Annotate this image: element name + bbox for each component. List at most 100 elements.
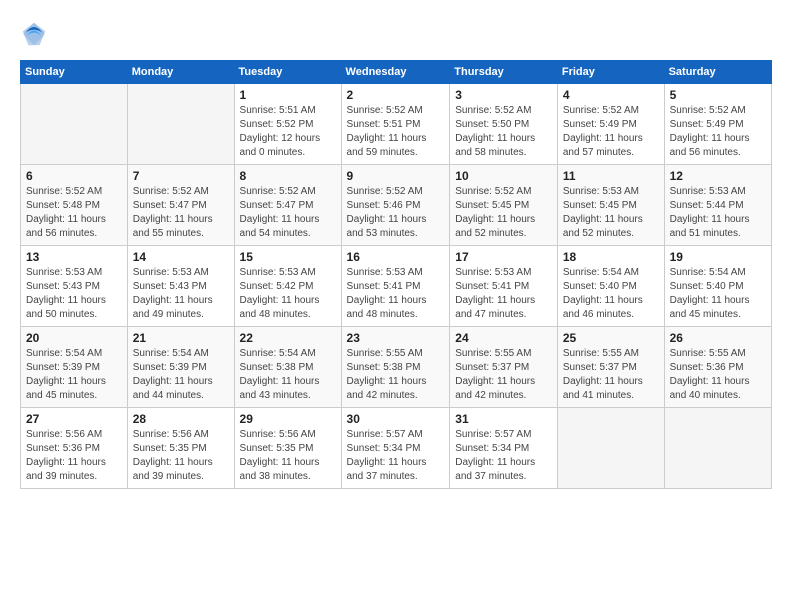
day-number: 26 [670,331,766,345]
day-cell: 27 Sunrise: 5:56 AM Sunset: 5:36 PM Dayli… [21,408,128,489]
day-info: Sunrise: 5:56 AM Sunset: 5:35 PM Dayligh… [133,428,229,484]
weekday-header-tuesday: Tuesday [234,61,341,84]
day-info: Sunrise: 5:54 AM Sunset: 5:39 PM Dayligh… [133,347,229,403]
day-info: Sunrise: 5:57 AM Sunset: 5:34 PM Dayligh… [347,428,445,484]
day-number: 29 [240,412,336,426]
day-cell: 3 Sunrise: 5:52 AM Sunset: 5:50 PM Daylig… [450,84,558,165]
day-number: 7 [133,169,229,183]
day-number: 3 [455,88,552,102]
day-cell: 1 Sunrise: 5:51 AM Sunset: 5:52 PM Daylig… [234,84,341,165]
day-cell: 25 Sunrise: 5:55 AM Sunset: 5:37 PM Dayli… [557,327,664,408]
day-cell: 17Sunrise: 5:53 AM Sunset: 5:41 PM Dayli… [450,246,558,327]
day-cell [127,84,234,165]
day-number: 30 [347,412,445,426]
day-number: 25 [563,331,659,345]
day-number: 13 [26,250,122,264]
day-info: Sunrise: 5:56 AM Sunset: 5:36 PM Dayligh… [26,428,122,484]
day-cell: 29 Sunrise: 5:56 AM Sunset: 5:35 PM Dayli… [234,408,341,489]
day-cell: 10Sunrise: 5:52 AM Sunset: 5:45 PM Dayli… [450,165,558,246]
day-number: 21 [133,331,229,345]
day-info: Sunrise: 5:54 AM Sunset: 5:38 PM Dayligh… [240,347,336,403]
day-number: 14 [133,250,229,264]
day-number: 1 [240,88,336,102]
day-info: Sunrise: 5:54 AM Sunset: 5:40 PM Dayligh… [563,266,659,322]
day-number: 27 [26,412,122,426]
day-number: 23 [347,331,445,345]
day-cell: 2 Sunrise: 5:52 AM Sunset: 5:51 PM Daylig… [341,84,450,165]
day-info: Sunrise: 5:51 AM Sunset: 5:52 PM Dayligh… [240,104,336,160]
day-number: 22 [240,331,336,345]
day-cell: 21 Sunrise: 5:54 AM Sunset: 5:39 PM Dayli… [127,327,234,408]
week-row-1: 1 Sunrise: 5:51 AM Sunset: 5:52 PM Daylig… [21,84,772,165]
day-info: Sunrise: 5:55 AM Sunset: 5:36 PM Dayligh… [670,347,766,403]
day-info: Sunrise: 5:54 AM Sunset: 5:39 PM Dayligh… [26,347,122,403]
day-number: 2 [347,88,445,102]
day-info: Sunrise: 5:55 AM Sunset: 5:37 PM Dayligh… [563,347,659,403]
day-cell: 20Sunrise: 5:54 AM Sunset: 5:39 PM Dayli… [21,327,128,408]
day-cell: 6 Sunrise: 5:52 AM Sunset: 5:48 PM Daylig… [21,165,128,246]
week-row-2: 6 Sunrise: 5:52 AM Sunset: 5:48 PM Daylig… [21,165,772,246]
day-cell: 24Sunrise: 5:55 AM Sunset: 5:37 PM Dayli… [450,327,558,408]
day-cell: 23Sunrise: 5:55 AM Sunset: 5:38 PM Dayli… [341,327,450,408]
day-info: Sunrise: 5:53 AM Sunset: 5:42 PM Dayligh… [240,266,336,322]
day-cell: 26 Sunrise: 5:55 AM Sunset: 5:36 PM Dayli… [664,327,771,408]
day-info: Sunrise: 5:54 AM Sunset: 5:40 PM Dayligh… [670,266,766,322]
day-info: Sunrise: 5:52 AM Sunset: 5:49 PM Dayligh… [670,104,766,160]
day-cell: 7 Sunrise: 5:52 AM Sunset: 5:47 PM Daylig… [127,165,234,246]
day-cell: 13Sunrise: 5:53 AM Sunset: 5:43 PM Dayli… [21,246,128,327]
day-info: Sunrise: 5:53 AM Sunset: 5:41 PM Dayligh… [455,266,552,322]
day-number: 11 [563,169,659,183]
day-cell: 14 Sunrise: 5:53 AM Sunset: 5:43 PM Dayli… [127,246,234,327]
day-info: Sunrise: 5:53 AM Sunset: 5:45 PM Dayligh… [563,185,659,241]
week-row-4: 20Sunrise: 5:54 AM Sunset: 5:39 PM Dayli… [21,327,772,408]
day-cell: 22 Sunrise: 5:54 AM Sunset: 5:38 PM Dayli… [234,327,341,408]
calendar-body: 1 Sunrise: 5:51 AM Sunset: 5:52 PM Daylig… [21,84,772,489]
day-cell: 15 Sunrise: 5:53 AM Sunset: 5:42 PM Dayli… [234,246,341,327]
day-info: Sunrise: 5:57 AM Sunset: 5:34 PM Dayligh… [455,428,552,484]
weekday-header-sunday: Sunday [21,61,128,84]
weekday-row: SundayMondayTuesdayWednesdayThursdayFrid… [21,61,772,84]
logo [20,20,52,48]
day-info: Sunrise: 5:52 AM Sunset: 5:48 PM Dayligh… [26,185,122,241]
day-info: Sunrise: 5:53 AM Sunset: 5:44 PM Dayligh… [670,185,766,241]
day-cell: 19Sunrise: 5:54 AM Sunset: 5:40 PM Dayli… [664,246,771,327]
week-row-5: 27 Sunrise: 5:56 AM Sunset: 5:36 PM Dayli… [21,408,772,489]
day-number: 31 [455,412,552,426]
day-number: 28 [133,412,229,426]
day-cell: 31 Sunrise: 5:57 AM Sunset: 5:34 PM Dayli… [450,408,558,489]
day-cell: 11 Sunrise: 5:53 AM Sunset: 5:45 PM Dayli… [557,165,664,246]
logo-icon [20,20,48,48]
day-cell: 9Sunrise: 5:52 AM Sunset: 5:46 PM Daylig… [341,165,450,246]
day-cell: 4 Sunrise: 5:52 AM Sunset: 5:49 PM Daylig… [557,84,664,165]
day-number: 4 [563,88,659,102]
day-info: Sunrise: 5:52 AM Sunset: 5:49 PM Dayligh… [563,104,659,160]
header [20,20,772,48]
day-number: 15 [240,250,336,264]
calendar-header: SundayMondayTuesdayWednesdayThursdayFrid… [21,61,772,84]
day-info: Sunrise: 5:55 AM Sunset: 5:37 PM Dayligh… [455,347,552,403]
weekday-header-wednesday: Wednesday [341,61,450,84]
day-info: Sunrise: 5:52 AM Sunset: 5:47 PM Dayligh… [133,185,229,241]
day-cell: 16 Sunrise: 5:53 AM Sunset: 5:41 PM Dayli… [341,246,450,327]
day-number: 6 [26,169,122,183]
day-info: Sunrise: 5:52 AM Sunset: 5:46 PM Dayligh… [347,185,445,241]
weekday-header-thursday: Thursday [450,61,558,84]
day-info: Sunrise: 5:56 AM Sunset: 5:35 PM Dayligh… [240,428,336,484]
day-cell [21,84,128,165]
day-cell: 8Sunrise: 5:52 AM Sunset: 5:47 PM Daylig… [234,165,341,246]
day-cell: 18 Sunrise: 5:54 AM Sunset: 5:40 PM Dayli… [557,246,664,327]
day-number: 16 [347,250,445,264]
day-info: Sunrise: 5:52 AM Sunset: 5:51 PM Dayligh… [347,104,445,160]
day-cell: 30 Sunrise: 5:57 AM Sunset: 5:34 PM Dayli… [341,408,450,489]
day-number: 10 [455,169,552,183]
weekday-header-friday: Friday [557,61,664,84]
page: SundayMondayTuesdayWednesdayThursdayFrid… [0,0,792,612]
day-cell: 12Sunrise: 5:53 AM Sunset: 5:44 PM Dayli… [664,165,771,246]
day-info: Sunrise: 5:52 AM Sunset: 5:47 PM Dayligh… [240,185,336,241]
day-cell [557,408,664,489]
day-info: Sunrise: 5:53 AM Sunset: 5:43 PM Dayligh… [133,266,229,322]
day-info: Sunrise: 5:52 AM Sunset: 5:50 PM Dayligh… [455,104,552,160]
day-info: Sunrise: 5:53 AM Sunset: 5:41 PM Dayligh… [347,266,445,322]
day-cell: 5Sunrise: 5:52 AM Sunset: 5:49 PM Daylig… [664,84,771,165]
day-number: 18 [563,250,659,264]
